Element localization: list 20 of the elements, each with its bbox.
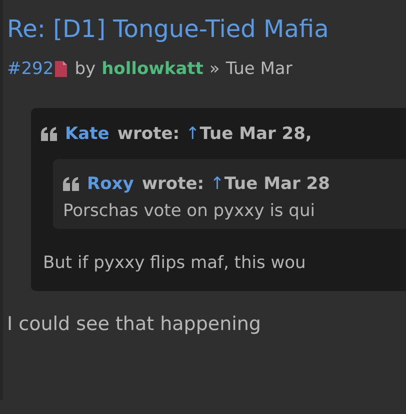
post-text: I could see that happening (7, 313, 262, 335)
author-link[interactable]: hollowkatt (102, 59, 204, 79)
quote-text: But if pyxxy flips maf, this wou (43, 253, 307, 273)
quote-author-link[interactable]: Roxy (87, 174, 134, 194)
quote-date: Tue Mar 28, (200, 124, 312, 144)
quote-text: Porschas vote on pyxxy is qui (63, 201, 316, 221)
post-number-link[interactable]: #292 (7, 59, 54, 79)
quote-date: Tue Mar 28 (224, 174, 330, 194)
wrote-label: wrote: (142, 174, 204, 194)
by-label: by (74, 59, 96, 79)
post-title[interactable]: Re: [D1] Tongue-Tied Mafia (7, 14, 329, 44)
quote-icon (63, 177, 79, 191)
post-date: Tue Mar (226, 59, 292, 79)
quote-icon (41, 127, 57, 141)
separator: » (209, 59, 220, 79)
document-icon (54, 61, 67, 77)
jump-to-post-link[interactable]: ↑ (186, 124, 200, 144)
quote-author-link[interactable]: Kate (65, 124, 110, 144)
jump-to-post-link[interactable]: ↑ (210, 174, 224, 194)
wrote-label: wrote: (117, 124, 180, 144)
